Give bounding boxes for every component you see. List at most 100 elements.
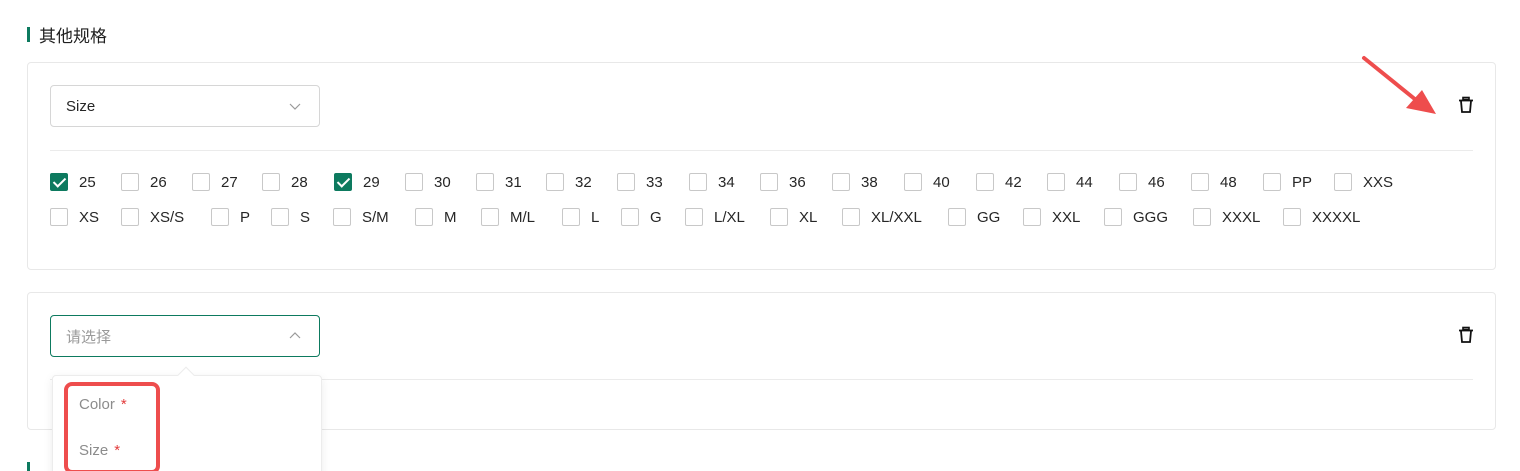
size-option-checkbox[interactable]: XL/XXL <box>842 207 922 227</box>
size-option-label: XL <box>799 208 818 226</box>
checkbox-box[interactable] <box>685 208 703 226</box>
size-option-checkbox[interactable]: 32 <box>546 172 592 192</box>
trash-icon[interactable] <box>1457 326 1475 344</box>
checkbox-box[interactable] <box>842 208 860 226</box>
size-option-label: 30 <box>434 173 451 191</box>
checkbox-box[interactable] <box>262 173 280 191</box>
size-option-label: 26 <box>150 173 167 191</box>
size-option-checkbox[interactable]: GG <box>948 207 1000 227</box>
size-option-checkbox[interactable]: 46 <box>1119 172 1165 192</box>
size-option-label: 27 <box>221 173 238 191</box>
checkbox-box[interactable] <box>405 173 423 191</box>
checkbox-box[interactable] <box>1119 173 1137 191</box>
checkbox-box[interactable] <box>476 173 494 191</box>
checkbox-box[interactable] <box>1283 208 1301 226</box>
checkbox-box[interactable] <box>1104 208 1122 226</box>
arrow-annotation-icon <box>1362 56 1436 114</box>
size-option-label: 32 <box>575 173 592 191</box>
checkbox-box[interactable] <box>211 208 229 226</box>
size-option-checkbox[interactable]: S/M <box>333 207 389 227</box>
size-option-checkbox[interactable]: S <box>271 207 310 227</box>
checkbox-box[interactable] <box>760 173 778 191</box>
size-option-checkbox[interactable]: 44 <box>1047 172 1093 192</box>
size-option-checkbox[interactable]: 31 <box>476 172 522 192</box>
spec-type-select[interactable]: Size <box>50 85 320 127</box>
size-option-label: 40 <box>933 173 950 191</box>
size-option-label: 38 <box>861 173 878 191</box>
size-option-checkbox[interactable]: 27 <box>192 172 238 192</box>
checkbox-box[interactable] <box>271 208 289 226</box>
chevron-down-icon <box>289 103 301 110</box>
checkbox-box[interactable] <box>562 208 580 226</box>
size-option-checkbox[interactable]: M/L <box>481 207 535 227</box>
checkbox-box[interactable] <box>1334 173 1352 191</box>
size-option-checkbox[interactable]: 38 <box>832 172 878 192</box>
size-option-checkbox[interactable]: PP <box>1263 172 1312 192</box>
size-option-checkbox[interactable]: 29 <box>334 172 380 192</box>
size-option-checkbox[interactable]: 28 <box>262 172 308 192</box>
checkbox-box[interactable] <box>621 208 639 226</box>
checkbox-box[interactable] <box>1047 173 1065 191</box>
checkbox-box[interactable] <box>415 208 433 226</box>
size-option-label: XXS <box>1363 173 1394 191</box>
size-option-checkbox[interactable]: L <box>562 207 599 227</box>
checkbox-box[interactable] <box>333 208 351 226</box>
size-option-label: M/L <box>510 208 536 226</box>
size-option-checkbox[interactable]: XXL <box>1023 207 1080 227</box>
size-option-checkbox[interactable]: 33 <box>617 172 663 192</box>
size-option-checkbox[interactable]: XXXXL <box>1283 207 1360 227</box>
checkbox-box[interactable] <box>948 208 966 226</box>
size-option-checkbox[interactable]: 25 <box>50 172 96 192</box>
checkbox-box[interactable] <box>546 173 564 191</box>
section-title-text: 其他规格 <box>39 26 107 47</box>
chevron-up-icon <box>289 332 301 339</box>
size-option-checkbox[interactable]: 40 <box>904 172 950 192</box>
size-option-checkbox[interactable]: XXS <box>1334 172 1393 192</box>
size-option-checkbox[interactable]: M <box>415 207 457 227</box>
size-option-label: 42 <box>1005 173 1022 191</box>
spec-type-select-open[interactable]: 请选择 <box>50 315 320 357</box>
checkbox-box[interactable] <box>832 173 850 191</box>
size-option-label: GG <box>977 208 1001 226</box>
size-option-checkbox[interactable]: P <box>211 207 250 227</box>
trash-icon[interactable] <box>1457 96 1475 114</box>
checkbox-box[interactable] <box>334 173 352 191</box>
size-option-checkbox[interactable]: 34 <box>689 172 735 192</box>
checkbox-box[interactable] <box>976 173 994 191</box>
checkbox-box[interactable] <box>1023 208 1041 226</box>
checkbox-box[interactable] <box>1263 173 1281 191</box>
size-option-checkbox[interactable]: 30 <box>405 172 451 192</box>
size-option-checkbox[interactable]: 36 <box>760 172 806 192</box>
size-option-checkbox[interactable]: 42 <box>976 172 1022 192</box>
size-option-checkbox[interactable]: GGG <box>1104 207 1168 227</box>
size-option-checkbox[interactable]: XXXL <box>1193 207 1260 227</box>
size-option-label: XS <box>79 208 100 226</box>
checkbox-box[interactable] <box>904 173 922 191</box>
checkbox-box[interactable] <box>50 173 68 191</box>
size-option-checkbox[interactable]: 48 <box>1191 172 1237 192</box>
checkbox-box[interactable] <box>121 208 139 226</box>
size-option-label: 31 <box>505 173 522 191</box>
checkbox-box[interactable] <box>617 173 635 191</box>
checkbox-box[interactable] <box>121 173 139 191</box>
size-option-label: XXXL <box>1222 208 1261 226</box>
checkbox-box[interactable] <box>689 173 707 191</box>
checkbox-box[interactable] <box>192 173 210 191</box>
size-option-label: XS/S <box>150 208 185 226</box>
size-option-checkbox[interactable]: G <box>621 207 662 227</box>
checkbox-box[interactable] <box>770 208 788 226</box>
size-option-label: GGG <box>1133 208 1169 226</box>
checkbox-box[interactable] <box>481 208 499 226</box>
size-option-checkbox[interactable]: L/XL <box>685 207 745 227</box>
size-option-checkbox[interactable]: XL <box>770 207 817 227</box>
checkbox-box[interactable] <box>50 208 68 226</box>
size-option-checkbox[interactable]: XS <box>50 207 99 227</box>
checkbox-box[interactable] <box>1193 208 1211 226</box>
size-option-checkbox[interactable]: 26 <box>121 172 167 192</box>
size-option-label: 44 <box>1076 173 1093 191</box>
size-option-checkbox[interactable]: XS/S <box>121 207 184 227</box>
section-title-bar <box>27 26 30 42</box>
size-option-label: XXL <box>1052 208 1081 226</box>
checkbox-box[interactable] <box>1191 173 1209 191</box>
size-option-label: XXXXL <box>1312 208 1361 226</box>
